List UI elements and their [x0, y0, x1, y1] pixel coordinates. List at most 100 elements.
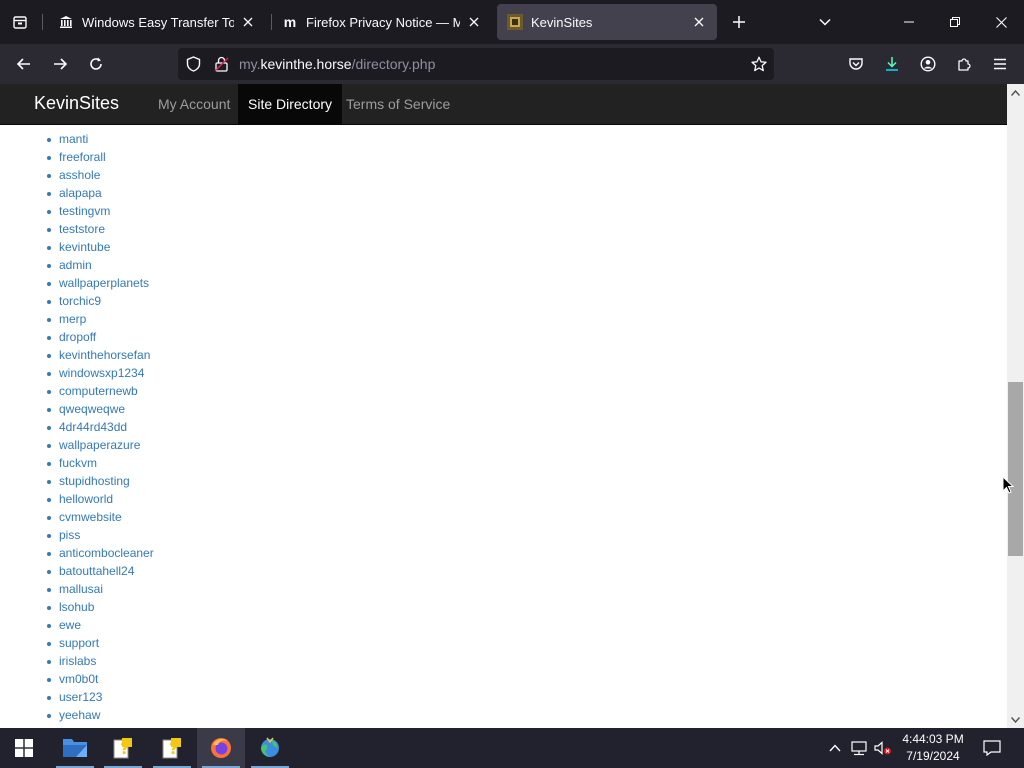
taskbar-clock[interactable]: 4:44:03 PM 7/19/2024	[896, 731, 970, 765]
firefox-view-button[interactable]	[0, 0, 40, 44]
scroll-down-arrow-icon[interactable]	[1007, 711, 1024, 728]
start-button[interactable]	[0, 728, 48, 768]
list-item[interactable]: 4dr44rd43dd	[0, 418, 154, 436]
list-item[interactable]: torchic9	[0, 292, 154, 310]
site-link[interactable]: vm0b0t	[59, 672, 98, 686]
close-tab-icon[interactable]	[240, 14, 256, 30]
list-item[interactable]: windowsxp1234	[0, 364, 154, 382]
bookmark-star-icon[interactable]	[751, 56, 767, 72]
list-item[interactable]: helloworld	[0, 490, 154, 508]
tab-windows-easy-transfer[interactable]: Windows Easy Transfer Tool : M	[48, 4, 266, 40]
list-item[interactable]: stupidhosting	[0, 472, 154, 490]
list-item[interactable]: ewe	[0, 616, 154, 634]
site-link[interactable]: manti	[59, 132, 88, 146]
site-link[interactable]: user123	[59, 690, 102, 704]
extensions-button[interactable]	[950, 50, 978, 78]
site-link[interactable]: testingvm	[59, 204, 110, 218]
site-link[interactable]: ewe	[59, 618, 81, 632]
taskbar-help-document-2[interactable]: ?	[148, 728, 196, 768]
minimize-button[interactable]	[886, 0, 932, 44]
address-bar[interactable]: my.kevinthe.horse/directory.php	[178, 48, 774, 80]
list-item[interactable]: asshole	[0, 166, 154, 184]
list-item[interactable]: yeehaw	[0, 706, 154, 724]
taskbar-file-explorer[interactable]	[51, 728, 99, 768]
list-item[interactable]: admin	[0, 256, 154, 274]
scrollbar-thumb[interactable]	[1008, 382, 1023, 556]
site-link[interactable]: helloworld	[59, 492, 113, 506]
list-item[interactable]: batouttahell24	[0, 562, 154, 580]
list-item[interactable]: computernewb	[0, 382, 154, 400]
show-hidden-icons-button[interactable]	[826, 728, 844, 768]
list-item[interactable]: testingvm	[0, 202, 154, 220]
list-item[interactable]: mallusai	[0, 580, 154, 598]
insecure-lock-icon[interactable]	[213, 56, 229, 72]
taskbar-firefox[interactable]	[197, 728, 245, 768]
network-status-button[interactable]	[848, 728, 870, 768]
site-link[interactable]: wallpaperplanets	[59, 276, 149, 290]
list-item[interactable]: manti	[0, 130, 154, 148]
site-link[interactable]: computernewb	[59, 384, 138, 398]
list-item[interactable]: kevintube	[0, 238, 154, 256]
list-item[interactable]: alapapa	[0, 184, 154, 202]
site-link[interactable]: admin	[59, 258, 92, 272]
list-item[interactable]: qweqweqwe	[0, 400, 154, 418]
site-link[interactable]: windowsxp1234	[59, 366, 144, 380]
nav-site-directory[interactable]: Site Directory	[238, 84, 343, 125]
site-link[interactable]: torchic9	[59, 294, 101, 308]
site-link[interactable]: kevintube	[59, 240, 110, 254]
site-link[interactable]: 4dr44rd43dd	[59, 420, 127, 434]
list-item[interactable]: piss	[0, 526, 154, 544]
reload-button[interactable]	[82, 50, 110, 78]
site-link[interactable]: irislabs	[59, 654, 96, 668]
list-item[interactable]: merp	[0, 310, 154, 328]
site-link[interactable]: piss	[59, 528, 80, 542]
site-link[interactable]: freeforall	[59, 150, 106, 164]
list-item[interactable]: lsohub	[0, 598, 154, 616]
list-item[interactable]: freeforall	[0, 148, 154, 166]
list-item[interactable]: vm0b0t	[0, 670, 154, 688]
site-link[interactable]: alapapa	[59, 186, 102, 200]
list-item[interactable]: anticombocleaner	[0, 544, 154, 562]
page-scrollbar[interactable]	[1007, 84, 1024, 728]
taskbar-network-app[interactable]	[246, 728, 294, 768]
account-button[interactable]	[914, 50, 942, 78]
notifications-button[interactable]	[978, 728, 1006, 768]
restore-button[interactable]	[932, 0, 978, 44]
site-link[interactable]: yeehaw	[59, 708, 100, 722]
nav-terms-of-service[interactable]: Terms of Service	[336, 84, 460, 125]
close-window-button[interactable]	[978, 0, 1024, 44]
list-item[interactable]: support	[0, 634, 154, 652]
list-item[interactable]: irislabs	[0, 652, 154, 670]
list-item[interactable]: kevinthehorsefan	[0, 346, 154, 364]
list-item[interactable]: fuckvm	[0, 454, 154, 472]
list-item[interactable]: user123	[0, 688, 154, 706]
nav-my-account[interactable]: My Account	[148, 84, 240, 125]
site-link[interactable]: teststore	[59, 222, 105, 236]
list-item[interactable]: wallpaperplanets	[0, 274, 154, 292]
close-tab-icon[interactable]	[466, 14, 482, 30]
site-link[interactable]: cvmwebsite	[59, 510, 122, 524]
downloads-button[interactable]	[878, 50, 906, 78]
list-all-tabs-button[interactable]	[813, 10, 837, 34]
site-link[interactable]: wallpaperazure	[59, 438, 140, 452]
tab-kevinsites[interactable]: KevinSites	[497, 4, 717, 40]
site-link[interactable]: anticombocleaner	[59, 546, 154, 560]
site-link[interactable]: fuckvm	[59, 456, 97, 470]
site-link[interactable]: lsohub	[59, 600, 94, 614]
app-menu-button[interactable]	[986, 50, 1014, 78]
site-link[interactable]: kevinthehorsefan	[59, 348, 150, 362]
close-tab-icon[interactable]	[691, 14, 707, 30]
site-link[interactable]: batouttahell24	[59, 564, 134, 578]
tracking-shield-icon[interactable]	[185, 56, 201, 72]
forward-button[interactable]	[46, 50, 74, 78]
tab-firefox-privacy-notice[interactable]: m Firefox Privacy Notice — Mozill	[272, 4, 492, 40]
new-tab-button[interactable]	[727, 10, 751, 34]
list-item[interactable]: teststore	[0, 220, 154, 238]
site-link[interactable]: mallusai	[59, 582, 103, 596]
site-link[interactable]: dropoff	[59, 330, 96, 344]
site-brand[interactable]: KevinSites	[34, 93, 119, 114]
site-link[interactable]: stupidhosting	[59, 474, 130, 488]
site-link[interactable]: merp	[59, 312, 86, 326]
scroll-up-arrow-icon[interactable]	[1007, 84, 1024, 101]
back-button[interactable]	[10, 50, 38, 78]
